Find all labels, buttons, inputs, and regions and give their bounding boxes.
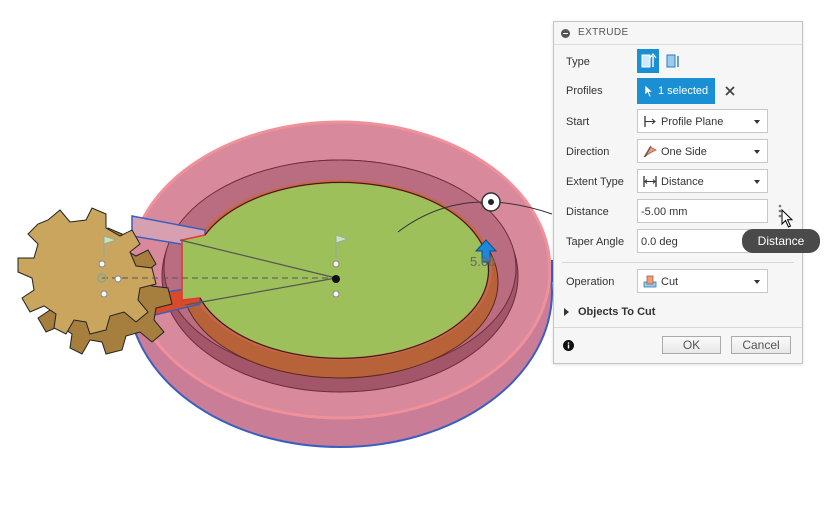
direction-value: One Side [661, 146, 707, 158]
operation-label: Operation [566, 276, 615, 288]
taper-angle-label: Taper Angle [566, 236, 625, 248]
clear-x-icon[interactable] [725, 86, 735, 96]
divider [562, 262, 794, 263]
expand-triangle-icon[interactable] [564, 308, 569, 316]
profiles-row: Profiles 1 selected [554, 78, 802, 104]
start-row: Start Profile Plane [554, 109, 802, 135]
distance-row: Distance -5.00 mm [554, 199, 802, 228]
mouse-pointer-icon [781, 209, 794, 228]
operation-row: Operation Cut [554, 269, 802, 295]
profiles-selected-count: 1 selected [658, 85, 709, 97]
objects-to-cut-row[interactable]: Objects To Cut [554, 302, 802, 328]
start-dropdown[interactable]: Profile Plane [637, 109, 768, 133]
extrude-dialog: EXTRUDE Type Profiles 1 selected Start P… [553, 21, 803, 364]
chevron-down-icon [754, 120, 760, 124]
center-point[interactable] [332, 275, 340, 283]
chevron-down-icon [754, 280, 760, 284]
start-value: Profile Plane [661, 116, 724, 128]
distance-input[interactable]: -5.00 mm [637, 199, 768, 223]
cursor-select-icon [644, 84, 654, 98]
extrude-solid-button[interactable] [637, 49, 659, 73]
objects-to-cut-label: Objects To Cut [578, 306, 656, 318]
taper-angle-value: 0.0 deg [641, 236, 678, 248]
distance-label: Distance [566, 206, 609, 218]
info-icon[interactable] [563, 340, 574, 351]
direction-dropdown[interactable]: One Side [637, 139, 768, 163]
distance-tooltip: Distance [742, 229, 820, 253]
operation-dropdown[interactable]: Cut [637, 269, 768, 293]
extent-type-value: Distance [661, 176, 704, 188]
cancel-button[interactable]: Cancel [731, 336, 791, 354]
type-label: Type [566, 56, 590, 68]
dimension-label: 5.00 [470, 254, 495, 269]
profile-plane-icon [644, 116, 656, 127]
profiles-label: Profiles [566, 85, 603, 97]
divider [554, 327, 802, 328]
distance-value: -5.00 mm [641, 206, 688, 218]
extent-type-row: Extent Type Distance [554, 169, 802, 195]
one-side-flag-icon [643, 145, 657, 158]
start-label: Start [566, 116, 590, 128]
dialog-title: EXTRUDE [578, 27, 629, 38]
direction-row: Direction One Side [554, 139, 802, 165]
extrude-solid-icon [641, 53, 657, 68]
extrude-thin-icon [666, 54, 679, 68]
cut-operation-icon [643, 275, 657, 288]
extrude-thin-button[interactable] [662, 49, 684, 73]
ok-button[interactable]: OK [662, 336, 721, 354]
profiles-select-button[interactable]: 1 selected [637, 78, 715, 104]
dialog-header[interactable]: EXTRUDE [554, 22, 802, 45]
chevron-down-icon [754, 150, 760, 154]
collapse-icon[interactable] [561, 29, 570, 38]
chevron-down-icon [754, 180, 760, 184]
direction-label: Direction [566, 146, 610, 158]
operation-value: Cut [661, 276, 679, 288]
distance-arrows-icon [643, 176, 657, 187]
type-row: Type [554, 49, 802, 75]
extent-type-dropdown[interactable]: Distance [637, 169, 768, 193]
extent-type-label: Extent Type [566, 176, 624, 188]
